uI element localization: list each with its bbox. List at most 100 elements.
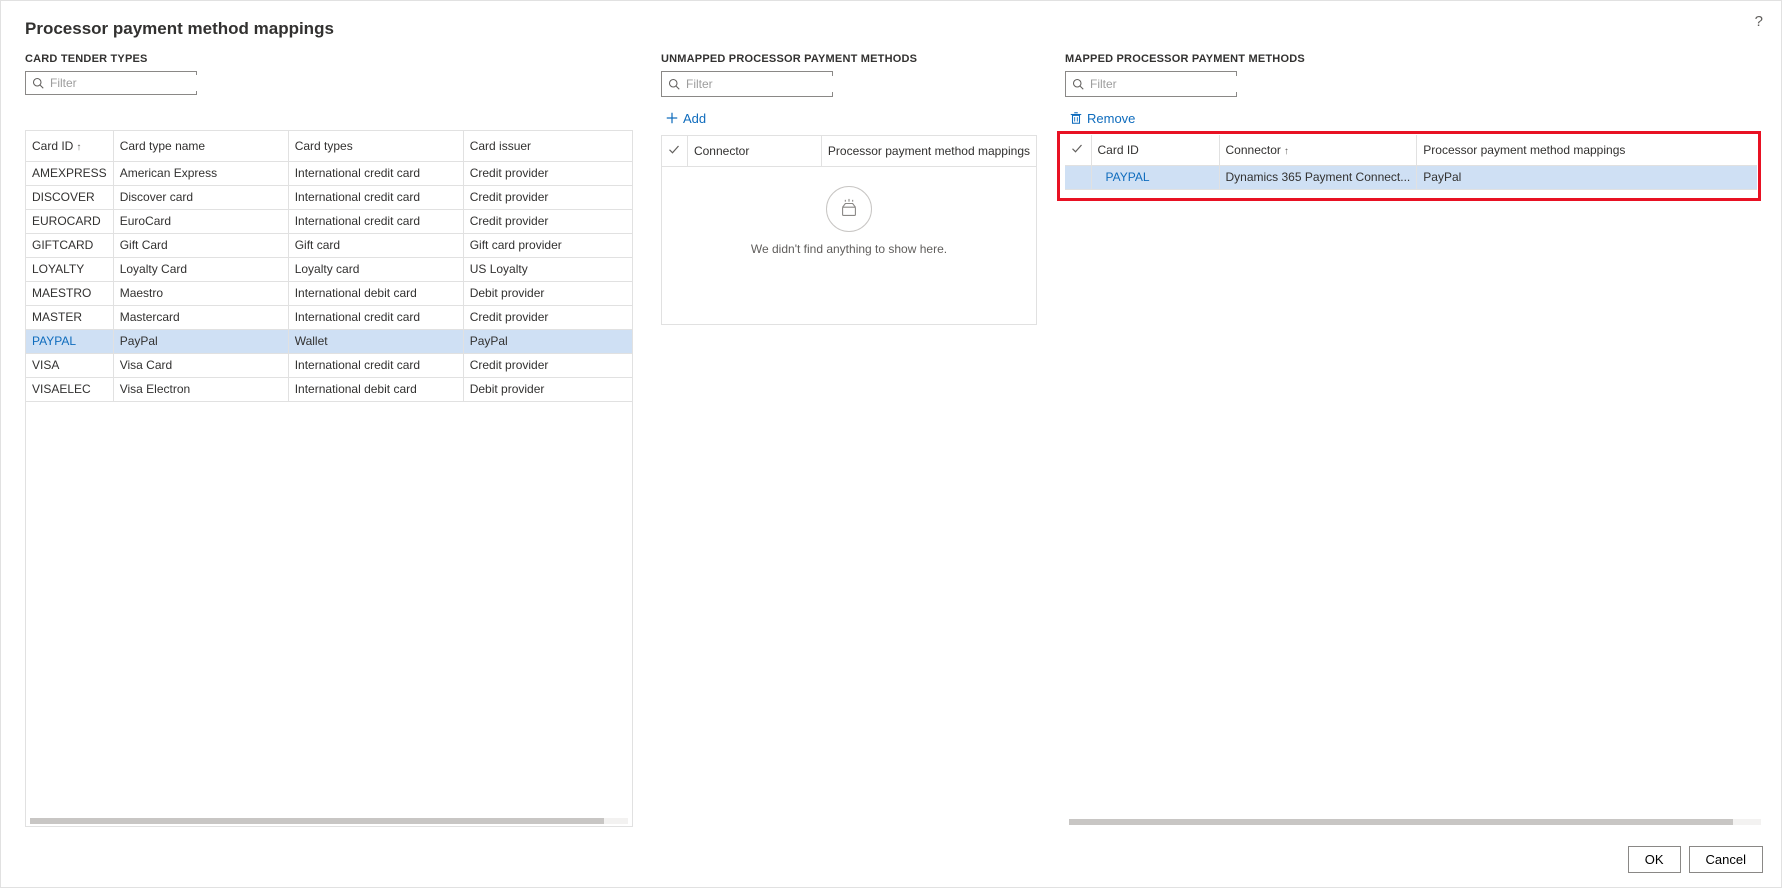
table-row[interactable]: AMEXPRESSAmerican ExpressInternational c…: [26, 161, 632, 185]
search-icon: [1072, 78, 1084, 90]
table-row[interactable]: VISAVisa CardInternational credit cardCr…: [26, 353, 632, 377]
table-cell: Dynamics 365 Payment Connect...: [1219, 165, 1417, 189]
unmapped-filter[interactable]: [661, 71, 833, 97]
sort-asc-icon: ↑: [1284, 146, 1289, 157]
table-cell: DISCOVER: [26, 185, 113, 209]
table-cell: Credit provider: [463, 161, 632, 185]
tender-col-card-id[interactable]: Card ID↑: [26, 131, 113, 161]
table-row[interactable]: LOYALTYLoyalty CardLoyalty cardUS Loyalt…: [26, 257, 632, 281]
add-button[interactable]: Add: [661, 109, 710, 128]
trash-icon: [1069, 111, 1083, 125]
mapped-filter-input[interactable]: [1084, 76, 1247, 92]
table-cell: PAYPAL: [26, 329, 113, 353]
tender-col-card-issuer[interactable]: Card issuer: [463, 131, 632, 161]
table-cell: International credit card: [288, 353, 463, 377]
tender-col-card-type-name[interactable]: Card type name: [113, 131, 288, 161]
table-cell: Visa Electron: [113, 377, 288, 401]
table-row[interactable]: MAESTROMaestroInternational debit cardDe…: [26, 281, 632, 305]
tender-filter[interactable]: [25, 71, 197, 95]
table-row[interactable]: GIFTCARDGift CardGift cardGift card prov…: [26, 233, 632, 257]
table-cell: Credit provider: [463, 209, 632, 233]
check-icon: [668, 143, 680, 155]
mapped-col-card-id[interactable]: Card ID: [1091, 135, 1219, 165]
table-cell: VISA: [26, 353, 113, 377]
plus-icon: [665, 111, 679, 125]
table-cell: LOYALTY: [26, 257, 113, 281]
unmapped-col-connector[interactable]: Connector: [687, 136, 821, 166]
table-row[interactable]: PAYPALPayPalWalletPayPal: [26, 329, 632, 353]
table-cell: PayPal: [463, 329, 632, 353]
tender-grid: Card ID↑ Card type name Card types Card …: [25, 130, 633, 827]
table-cell: Credit provider: [463, 305, 632, 329]
table-cell: International debit card: [288, 281, 463, 305]
table-cell: Discover card: [113, 185, 288, 209]
mapped-highlight: Card ID Connector↑ Processor payment met…: [1065, 135, 1757, 190]
search-icon: [32, 77, 44, 89]
table-cell: Gift card provider: [463, 233, 632, 257]
mapped-header: MAPPED PROCESSOR PAYMENT METHODS: [1065, 53, 1757, 65]
mapped-col-mapping[interactable]: Processor payment method mappings: [1417, 135, 1757, 165]
table-cell: American Express: [113, 161, 288, 185]
mapped-grid: Card ID Connector↑ Processor payment met…: [1065, 135, 1757, 190]
table-cell: EUROCARD: [26, 209, 113, 233]
tender-filter-input[interactable]: [44, 75, 207, 91]
help-icon[interactable]: ?: [1755, 13, 1763, 30]
unmapped-col-select[interactable]: [662, 136, 687, 166]
mapped-section: MAPPED PROCESSOR PAYMENT METHODS Remove: [1065, 53, 1757, 827]
dialog: ? Processor payment method mappings CARD…: [0, 0, 1782, 888]
empty-icon: [826, 186, 872, 232]
mapped-col-connector[interactable]: Connector↑: [1219, 135, 1417, 165]
sort-asc-icon: ↑: [76, 142, 81, 153]
table-cell: Credit provider: [463, 353, 632, 377]
horizontal-scrollbar[interactable]: [1069, 819, 1761, 825]
table-row[interactable]: PAYPALDynamics 365 Payment Connect...Pay…: [1065, 165, 1757, 189]
horizontal-scrollbar[interactable]: [30, 818, 628, 824]
tender-header: CARD TENDER TYPES: [25, 53, 633, 65]
table-cell: Maestro: [113, 281, 288, 305]
table-row[interactable]: DISCOVERDiscover cardInternational credi…: [26, 185, 632, 209]
table-cell: International credit card: [288, 305, 463, 329]
table-cell: GIFTCARD: [26, 233, 113, 257]
mapped-filter[interactable]: [1065, 71, 1237, 97]
table-cell: US Loyalty: [463, 257, 632, 281]
table-cell: EuroCard: [113, 209, 288, 233]
tender-section: CARD TENDER TYPES Card ID↑ Card type nam…: [25, 53, 633, 827]
table-row[interactable]: EUROCARDEuroCardInternational credit car…: [26, 209, 632, 233]
table-cell: Debit provider: [463, 281, 632, 305]
table-cell: International credit card: [288, 185, 463, 209]
table-cell: MASTER: [26, 305, 113, 329]
cancel-button[interactable]: Cancel: [1689, 846, 1763, 873]
table-row[interactable]: MASTERMastercardInternational credit car…: [26, 305, 632, 329]
table-cell: Debit provider: [463, 377, 632, 401]
unmapped-filter-input[interactable]: [680, 76, 843, 92]
remove-button[interactable]: Remove: [1065, 109, 1139, 128]
mapped-col-select[interactable]: [1065, 135, 1091, 165]
tender-col-card-types[interactable]: Card types: [288, 131, 463, 161]
unmapped-col-mapping[interactable]: Processor payment method mappings: [821, 136, 1036, 166]
footer: OK Cancel: [1628, 846, 1763, 873]
remove-label: Remove: [1087, 111, 1135, 126]
table-cell: Visa Card: [113, 353, 288, 377]
columns: CARD TENDER TYPES Card ID↑ Card type nam…: [25, 53, 1757, 827]
check-icon: [1071, 142, 1083, 154]
table-row[interactable]: VISAELECVisa ElectronInternational debit…: [26, 377, 632, 401]
table-cell: Gift card: [288, 233, 463, 257]
search-icon: [668, 78, 680, 90]
table-cell: International debit card: [288, 377, 463, 401]
row-select[interactable]: [1065, 165, 1091, 189]
unmapped-header: UNMAPPED PROCESSOR PAYMENT METHODS: [661, 53, 1037, 65]
table-cell: Credit provider: [463, 185, 632, 209]
unmapped-section: UNMAPPED PROCESSOR PAYMENT METHODS Add C…: [661, 53, 1037, 827]
table-cell: International credit card: [288, 209, 463, 233]
table-cell: International credit card: [288, 161, 463, 185]
table-cell: Mastercard: [113, 305, 288, 329]
empty-state: We didn't find anything to show here.: [662, 186, 1036, 256]
table-cell: AMEXPRESS: [26, 161, 113, 185]
ok-button[interactable]: OK: [1628, 846, 1681, 873]
table-cell: PayPal: [113, 329, 288, 353]
table-cell: VISAELEC: [26, 377, 113, 401]
unmapped-grid: Connector Processor payment method mappi…: [661, 135, 1037, 325]
table-cell: MAESTRO: [26, 281, 113, 305]
page-title: Processor payment method mappings: [25, 19, 1757, 39]
table-cell: PAYPAL: [1091, 165, 1219, 189]
